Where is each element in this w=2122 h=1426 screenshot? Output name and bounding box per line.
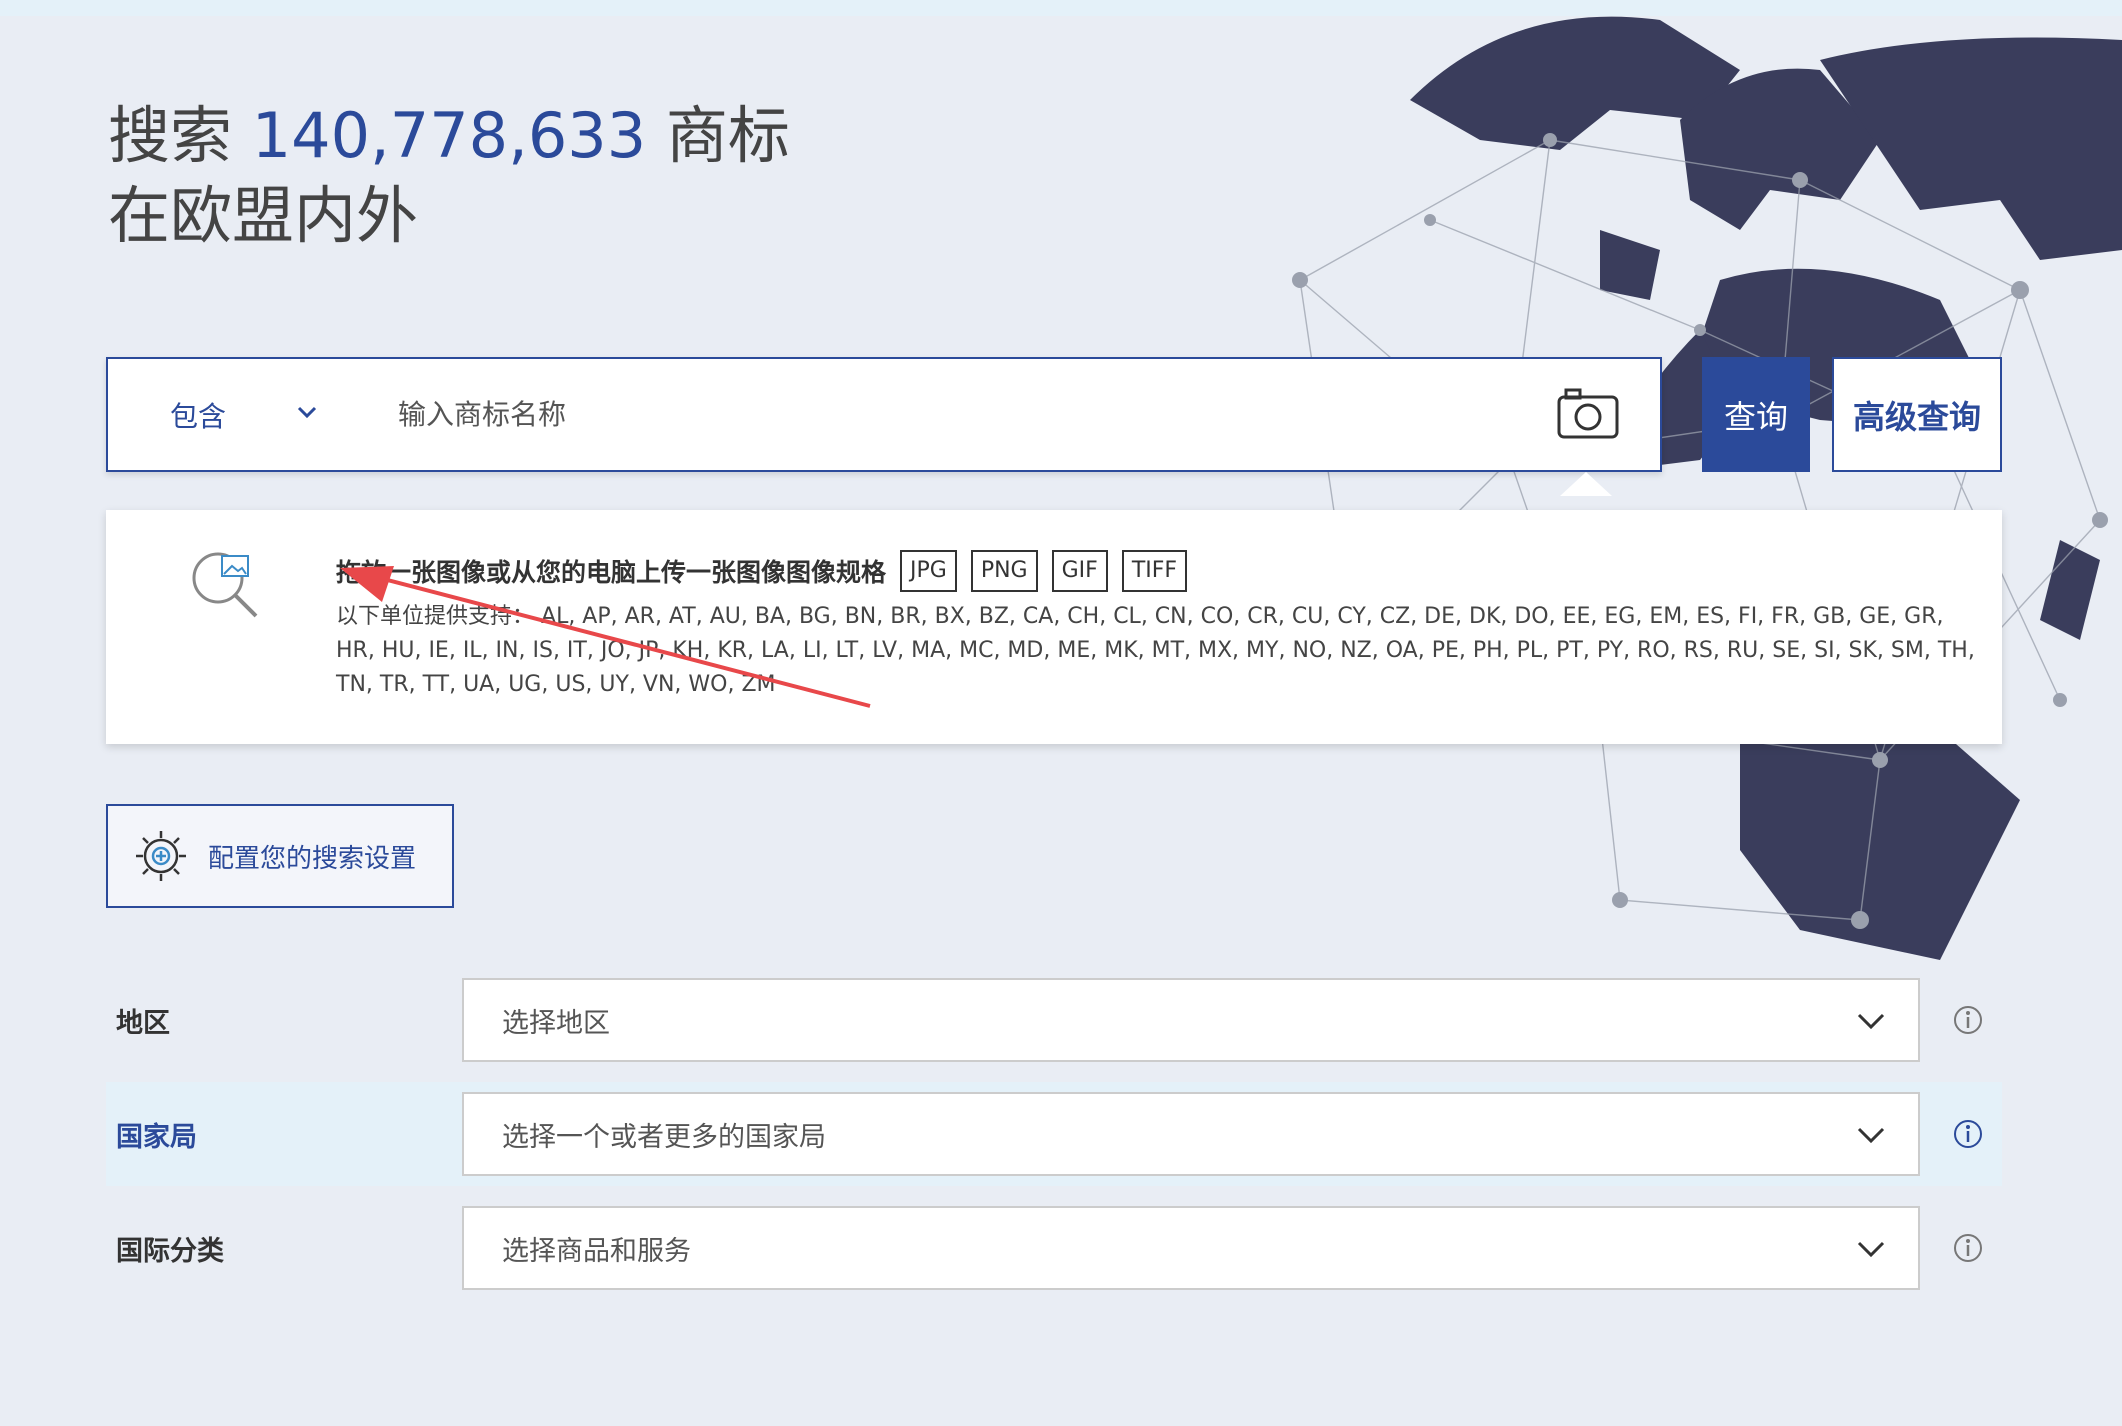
nice-class-select[interactable]: 选择商品和服务	[462, 1206, 1920, 1290]
nice-class-select-placeholder: 选择商品和服务	[502, 1235, 691, 1267]
advanced-search-button[interactable]: 高级查询	[1832, 357, 2002, 472]
search-mode-select[interactable]: 包含	[170, 359, 226, 470]
hero-subline: 在欧盟内外	[108, 179, 419, 252]
hero-suffix: 商标	[646, 99, 790, 172]
region-select-placeholder: 选择地区	[502, 1007, 610, 1039]
filter-label-national-office: 国家局	[116, 1121, 197, 1153]
format-badge-tiff: TIFF	[1121, 550, 1188, 592]
national-office-select-placeholder: 选择一个或者更多的国家局	[502, 1121, 826, 1153]
hero-title: 搜索 140,778,633 商标 在欧盟内外	[108, 96, 790, 256]
chevron-down-icon	[1857, 1013, 1885, 1030]
chevron-down-icon	[1857, 1241, 1885, 1258]
configure-search-settings-label: 配置您的搜索设置	[208, 843, 417, 874]
info-icon[interactable]	[1952, 1004, 1984, 1036]
chevron-down-icon[interactable]	[292, 397, 322, 427]
globe-illustration	[1292, 16, 2122, 960]
format-badge-jpg: JPG	[900, 550, 957, 592]
trademark-count: 140,778,633	[251, 99, 647, 172]
national-office-select[interactable]: 选择一个或者更多的国家局	[462, 1092, 1920, 1176]
configure-search-settings-button[interactable]: 配置您的搜索设置	[106, 804, 454, 908]
filter-row-nice-class: 国际分类 选择商品和服务	[106, 1196, 2002, 1300]
gear-plus-icon	[136, 831, 186, 881]
info-icon[interactable]	[1952, 1118, 1984, 1150]
camera-icon[interactable]	[1556, 385, 1620, 441]
format-badge-gif: GIF	[1051, 550, 1108, 592]
info-icon[interactable]	[1952, 1232, 1984, 1264]
annotation-arrow	[340, 566, 871, 708]
hero-prefix: 搜索	[108, 99, 252, 172]
region-select[interactable]: 选择地区	[462, 978, 1920, 1062]
filter-label-nice-class: 国际分类	[116, 1235, 224, 1267]
filter-label-region: 地区	[116, 1007, 170, 1039]
search-mode-label: 包含	[170, 399, 227, 433]
format-badge-png: PNG	[970, 550, 1038, 592]
panel-pointer	[1560, 472, 1612, 496]
search-button[interactable]: 查询	[1702, 357, 1810, 472]
chevron-down-icon	[1857, 1127, 1885, 1144]
search-bar: 包含	[106, 357, 1662, 472]
image-search-icon	[192, 552, 258, 618]
filter-row-national-office: 国家局 选择一个或者更多的国家局	[106, 1082, 2002, 1186]
filter-row-region: 地区 选择地区	[106, 968, 2002, 1072]
trademark-search-input[interactable]	[398, 384, 1538, 444]
